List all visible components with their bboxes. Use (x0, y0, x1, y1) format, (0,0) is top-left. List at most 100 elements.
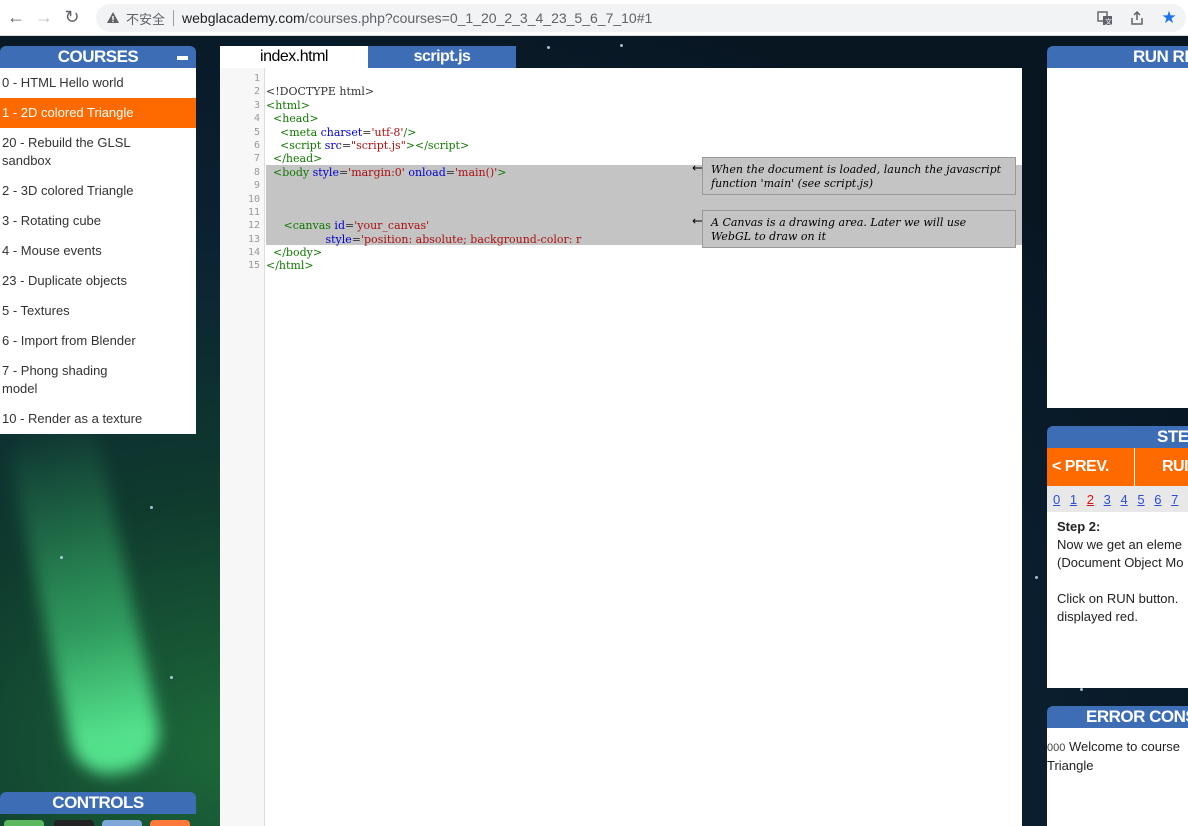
star-decoration (547, 46, 550, 49)
star-decoration (60, 556, 63, 559)
line-number: 3 (253, 99, 260, 111)
step-buttons: < PREV. RUI (1047, 448, 1188, 486)
step-text-line (1057, 572, 1188, 590)
step-link[interactable]: 3 (1104, 492, 1121, 507)
code-line: <meta charset='utf-8'/> (266, 125, 417, 139)
line-number: 10 (247, 193, 260, 205)
run-result-header: RUN RE (1047, 46, 1188, 68)
controls-panel: CONTROLS (0, 792, 196, 826)
control-button[interactable] (54, 820, 94, 826)
error-console-panel: ERROR CONSO 000 Welcome to course Triang… (1047, 706, 1188, 826)
controls-buttons (0, 814, 196, 826)
address-bar-actions: 文 ★ (1096, 8, 1178, 27)
line-number: 1 (253, 73, 260, 84)
course-item[interactable]: 7 - Phong shading model (0, 356, 130, 404)
star-decoration (150, 506, 153, 509)
code-editor[interactable]: 1 2 3 4 5 6 7 8 9 10 11 12 13 14 15 <!DOCTYPE html> <h… (220, 68, 1022, 826)
course-item[interactable]: 3 - Rotating cube (0, 206, 196, 236)
address-bar[interactable]: 不安全 webglacademy.com/courses.php?courses… (96, 4, 1186, 32)
line-number: 15 (247, 260, 260, 272)
course-item[interactable]: 6 - Import from Blender (0, 326, 196, 356)
run-result-panel: RUN RE (1047, 46, 1188, 408)
step-title: Step 2: (1057, 519, 1101, 534)
courses-panel: COURSES 0 - HTML Hello world 1 - 2D color… (0, 46, 196, 434)
line-number: 13 (247, 233, 260, 245)
line-number: 14 (247, 247, 260, 259)
url-path[interactable]: /courses.php?courses=0_1_20_2_3_4_23_5_6… (305, 10, 653, 26)
code-line: </body> (266, 246, 323, 260)
courses-header: COURSES (0, 46, 196, 68)
translate-icon[interactable]: 文 (1096, 9, 1114, 27)
line-number: 8 (253, 166, 260, 178)
course-item[interactable]: 0 - HTML Hello world (0, 68, 196, 98)
line-number-gutter: 1 2 3 4 5 6 7 8 9 10 11 12 13 14 15 (220, 68, 265, 826)
bookmark-star-icon[interactable]: ★ (1160, 8, 1178, 27)
control-button[interactable] (150, 820, 190, 826)
line-number: 4 (253, 113, 260, 125)
editor-tabs: index.html script.js (220, 46, 516, 68)
controls-header: CONTROLS (0, 792, 196, 814)
aurora-glow (3, 410, 167, 782)
step-number-list: 01234567 (1047, 486, 1188, 512)
collapse-icon[interactable] (177, 56, 188, 60)
step-link[interactable]: 2 (1087, 492, 1104, 507)
line-number: 7 (253, 153, 260, 165)
step-description: Step 2: Now we get an eleme (Document Obj… (1047, 512, 1188, 688)
back-arrow-icon[interactable]: ← (4, 6, 28, 30)
controls-title: CONTROLS (52, 793, 144, 812)
share-icon[interactable] (1128, 9, 1146, 27)
warning-icon[interactable] (106, 11, 120, 25)
forward-arrow-icon[interactable]: → (32, 6, 56, 30)
control-button[interactable] (102, 820, 142, 826)
star-decoration (620, 44, 623, 47)
url-host[interactable]: webglacademy.com (182, 10, 305, 26)
line-number: 9 (253, 180, 260, 192)
run-result-canvas[interactable] (1047, 68, 1188, 408)
run-button[interactable]: RUI (1135, 448, 1188, 486)
line-number: 6 (253, 139, 260, 151)
code-line: </html> (266, 259, 314, 273)
tab-index-html[interactable]: index.html (220, 46, 368, 68)
course-item[interactable]: 10 - Render as a texture (0, 404, 196, 434)
code-line: <!DOCTYPE html> (266, 85, 375, 99)
course-item[interactable]: 5 - Textures (0, 296, 196, 326)
control-button[interactable] (4, 820, 44, 826)
reload-icon[interactable]: ↻ (60, 6, 84, 30)
prev-step-button[interactable]: < PREV. (1047, 448, 1135, 486)
insecure-label[interactable]: 不安全 (126, 9, 165, 28)
address-separator (173, 10, 175, 26)
error-message: Welcome to course (1068, 739, 1181, 754)
step-text-line: displayed red. (1057, 609, 1138, 624)
course-item[interactable]: 23 - Duplicate objects (0, 266, 196, 296)
code-note: A Canvas is a drawing area. Later we wil… (702, 210, 1016, 248)
step-link[interactable]: 0 (1053, 492, 1070, 507)
code-line: <html> (266, 98, 310, 112)
step-text-line: Click on RUN button. (1057, 591, 1179, 606)
error-message-cont: Triangle (1047, 758, 1094, 773)
course-list: 0 - HTML Hello world 1 - 2D colored Trian… (0, 68, 196, 434)
line-number: 11 (247, 206, 260, 218)
tab-script-js[interactable]: script.js (368, 46, 516, 68)
steps-header: STEI (1047, 426, 1188, 448)
step-link[interactable]: 7 (1171, 492, 1188, 507)
step-text-line: (Document Object Mo (1057, 555, 1184, 570)
star-decoration (1080, 688, 1083, 691)
step-text-line: Now we get an eleme (1057, 537, 1183, 552)
course-item[interactable]: 1 - 2D colored Triangle (0, 98, 196, 128)
course-item[interactable]: 2 - 3D colored Triangle (0, 176, 196, 206)
step-link[interactable]: 5 (1137, 492, 1154, 507)
step-link[interactable]: 1 (1070, 492, 1087, 507)
course-item[interactable]: 20 - Rebuild the GLSL sandbox (0, 128, 150, 176)
code-line: <head> (266, 112, 319, 126)
steps-panel: STEI < PREV. RUI 01234567 Step 2: Now we… (1047, 426, 1188, 688)
line-number: 5 (253, 126, 260, 138)
step-link[interactable]: 6 (1154, 492, 1171, 507)
browser-toolbar: ← → ↻ 不安全 webglacademy.com/courses.php?c… (0, 0, 1188, 36)
courses-title: COURSES (57, 47, 139, 66)
error-console-header: ERROR CONSO (1047, 706, 1188, 728)
step-link[interactable]: 4 (1121, 492, 1138, 507)
course-item[interactable]: 4 - Mouse events (0, 236, 196, 266)
line-number: 2 (253, 86, 260, 98)
error-code: 000 (1047, 742, 1066, 754)
